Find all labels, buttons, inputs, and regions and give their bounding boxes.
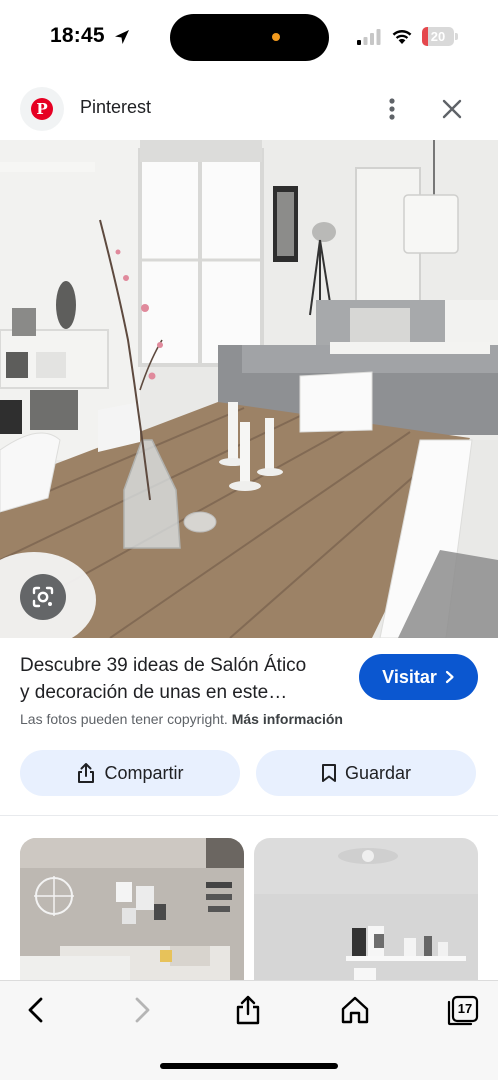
location-arrow-icon	[115, 30, 129, 44]
save-button-label: Guardar	[344, 762, 412, 783]
share-icon	[78, 763, 95, 783]
home-icon[interactable]	[339, 994, 371, 1026]
living-room-photo	[0, 140, 498, 638]
more-options-icon[interactable]	[378, 93, 406, 125]
visit-button-label: Visitar	[382, 666, 437, 687]
visit-button[interactable]: Visitar	[359, 654, 478, 700]
share-button[interactable]: Compartir	[20, 750, 240, 796]
section-divider	[0, 815, 498, 816]
chevron-right-icon	[445, 670, 454, 684]
back-icon[interactable]	[20, 994, 52, 1026]
status-bar: 18:45 20	[0, 0, 498, 76]
result-title-line: y decoración de unas en este…	[20, 682, 288, 703]
share-icon[interactable]	[232, 994, 264, 1026]
share-button-label: Compartir	[104, 762, 184, 783]
related-image-1[interactable]	[20, 838, 244, 980]
dynamic-island	[170, 14, 329, 61]
more-info-link[interactable]: Más información	[232, 711, 343, 727]
lens-icon	[32, 586, 54, 608]
result-title-line: Descubre 39 ideas de Salón Ático	[20, 655, 307, 676]
home-indicator	[160, 1063, 338, 1069]
copyright-text: Las fotos pueden tener copyright.	[20, 711, 228, 727]
battery-level-text: 20	[430, 29, 446, 44]
copyright-notice: Las fotos pueden tener copyright. Más in…	[20, 711, 343, 727]
source-name: Pinterest	[80, 97, 152, 117]
pinterest-logo-icon: P	[31, 98, 53, 120]
google-lens-button[interactable]	[20, 574, 66, 620]
related-image-2[interactable]	[254, 838, 478, 980]
result-image[interactable]	[0, 140, 498, 638]
related-room-photo	[20, 838, 244, 980]
related-room-photo	[254, 838, 478, 980]
recording-indicator-dot	[272, 33, 280, 41]
tabs-button[interactable]: 17	[447, 994, 479, 1026]
bookmark-icon	[321, 764, 336, 782]
forward-icon[interactable]	[126, 994, 158, 1026]
result-title[interactable]: Descubre 39 ideas de Salón Ático y decor…	[20, 652, 350, 706]
wifi-icon	[392, 29, 412, 44]
cellular-signal-icon	[357, 29, 381, 45]
close-icon[interactable]	[438, 95, 466, 123]
source-favicon: P	[20, 87, 64, 131]
battery-icon: 20	[422, 27, 458, 46]
save-button[interactable]: Guardar	[256, 750, 476, 796]
source-header: P Pinterest	[0, 80, 498, 138]
status-time: 18:45	[50, 24, 105, 47]
tabs-count: 17	[457, 1001, 473, 1016]
